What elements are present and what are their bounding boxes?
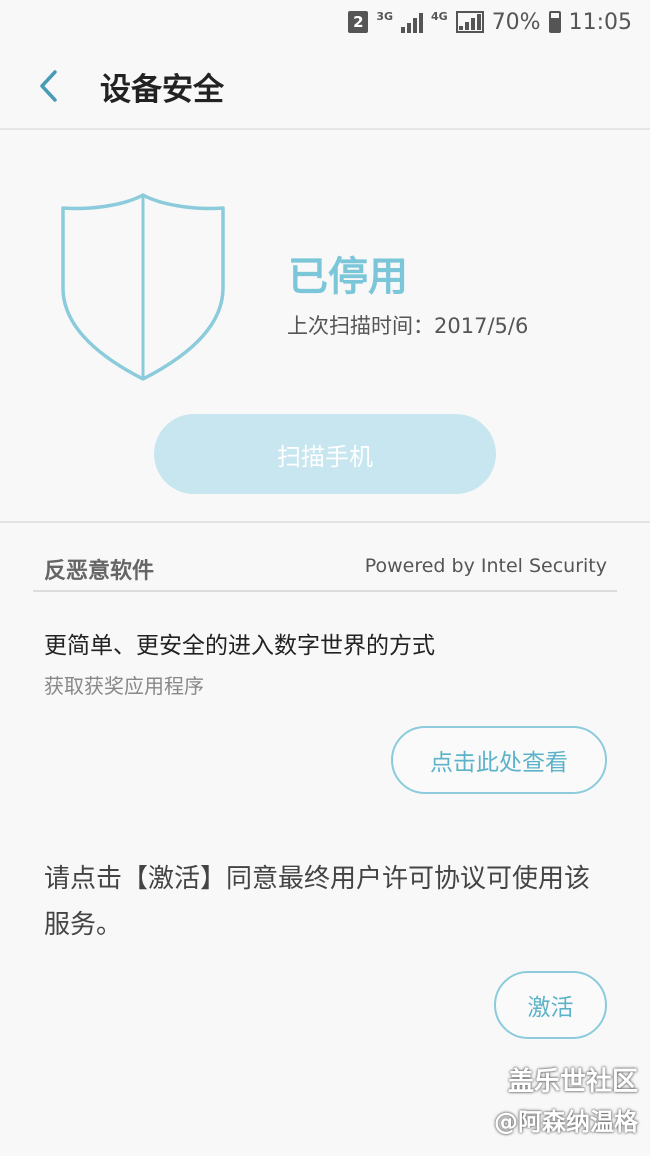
shield-icon — [60, 192, 226, 382]
network-type-4g: 4G — [431, 9, 448, 23]
battery-icon — [548, 11, 561, 33]
watermark: 盖乐世社区 @阿森纳温格 — [494, 1062, 638, 1142]
header: 设备安全 — [0, 44, 650, 130]
network-type-3g: 3G — [376, 9, 393, 23]
divider — [0, 521, 650, 523]
activation-notice: 请点击【激活】同意最终用户许可协议可使用该服务。 — [44, 864, 591, 940]
status-bar: 2 3G 4G 70% 11:05 — [0, 0, 650, 44]
powered-by-label: Powered by Intel Security — [364, 555, 607, 577]
page-title: 设备安全 — [100, 71, 224, 108]
watermark-line-1: 盖乐世社区 — [507, 1067, 638, 1097]
signal-strength-icon — [401, 11, 423, 33]
back-button[interactable] — [14, 43, 84, 129]
security-status: 已停用 — [288, 254, 408, 300]
activate-button[interactable]: 激活 — [494, 971, 607, 1039]
last-scan-time: 上次扫描时间：2017/5/6 — [287, 314, 529, 338]
scan-phone-button[interactable]: 扫描手机 — [154, 414, 496, 494]
view-details-button[interactable]: 点击此处查看 — [391, 726, 607, 794]
section-divider — [33, 590, 617, 592]
sim-slot-icon: 2 — [348, 11, 369, 33]
watermark-line-2: @阿森纳温格 — [494, 1108, 638, 1136]
chevron-left-icon — [40, 70, 57, 102]
promo-title: 更简单、更安全的进入数字世界的方式 — [44, 633, 435, 659]
clock: 11:05 — [568, 9, 632, 35]
battery-percent: 70% — [491, 9, 541, 35]
promo-subtitle: 获取获奖应用程序 — [44, 674, 204, 698]
signal-strength-icon-2 — [455, 11, 484, 33]
section-title-antimalware: 反恶意软件 — [44, 559, 155, 584]
